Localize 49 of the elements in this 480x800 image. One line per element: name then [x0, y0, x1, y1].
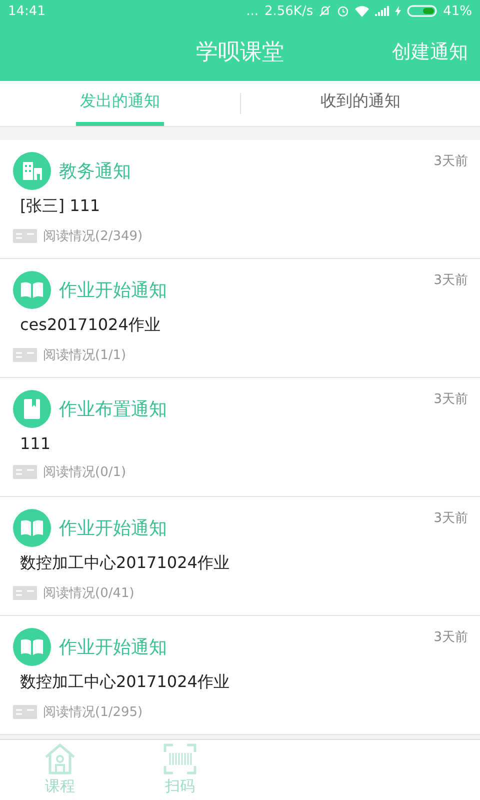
notice-content: 数控加工中心20171024作业 — [20, 672, 230, 693]
notice-time: 3天前 — [434, 152, 468, 170]
notice-card[interactable]: 作业开始通知 3天前 数控加工中心20171024作业 阅读情况(1/295) — [0, 616, 480, 735]
open-book-icon — [13, 270, 51, 309]
notice-card[interactable]: 教务通知 3天前 [张三] 111 阅读情况(2/349) — [0, 140, 480, 259]
notice-time: 3天前 — [434, 510, 468, 527]
notice-type: 作业开始通知 — [59, 278, 167, 302]
alarm-icon — [337, 5, 350, 18]
read-status-icon — [13, 228, 37, 243]
status-dots: ... — [246, 4, 258, 19]
notice-card[interactable]: 作业布置通知 3天前 111 阅读情况(0/1) — [0, 378, 480, 497]
notebook-icon — [13, 390, 51, 428]
read-status-icon — [13, 464, 37, 479]
notice-time: 3天前 — [434, 272, 468, 289]
status-time: 14:41 — [8, 4, 46, 19]
tab[interactable]: 收到的通知 — [316, 81, 404, 126]
app-title: 学呗课堂 — [196, 38, 284, 67]
read-status-icon — [13, 704, 37, 719]
read-status-icon — [13, 586, 37, 600]
notice-time: 3天前 — [434, 628, 468, 646]
read-status: 阅读情况(1/295) — [43, 704, 143, 721]
read-status-icon — [13, 348, 37, 362]
bell-off-icon — [319, 5, 332, 18]
notice-type: 作业开始通知 — [59, 516, 167, 540]
open-book-icon — [13, 508, 51, 547]
read-status: 阅读情况(1/1) — [43, 346, 126, 364]
notice-card[interactable]: 作业开始通知 3天前 ces20171024作业 阅读情况(1/1) — [0, 258, 480, 378]
notice-time: 3天前 — [434, 390, 468, 408]
charging-icon — [395, 6, 402, 16]
battery-percent: 41% — [443, 4, 472, 19]
open-book-icon — [13, 628, 51, 666]
notice-type: 作业开始通知 — [59, 636, 167, 659]
notice-content: [张三] 111 — [20, 196, 102, 217]
notice-content: ces20171024作业 — [20, 314, 162, 336]
building-icon — [13, 152, 51, 190]
notice-type: 教务通知 — [59, 160, 131, 183]
house-icon — [43, 743, 77, 776]
notice-type: 作业布置通知 — [59, 398, 167, 421]
signal-icon — [375, 6, 390, 16]
notice-card[interactable]: 作业开始通知 3天前 数控加工中心20171024作业 阅读情况(0/41) — [0, 496, 480, 616]
notice-content: 111 — [20, 434, 52, 453]
barcode-scan-icon — [163, 743, 197, 776]
battery-icon — [407, 5, 438, 18]
read-status: 阅读情况(0/41) — [43, 584, 134, 602]
notice-content: 数控加工中心20171024作业 — [20, 552, 230, 574]
wifi-icon — [355, 6, 370, 17]
read-status: 阅读情况(0/1) — [43, 464, 126, 481]
network-speed: 2.56K/s — [264, 4, 314, 19]
read-status: 阅读情况(2/349) — [43, 228, 143, 245]
